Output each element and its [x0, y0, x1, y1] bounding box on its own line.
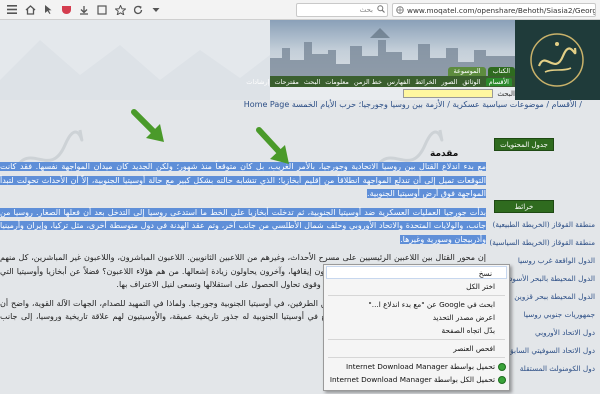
- sidebar-link[interactable]: منطقة القوقاز (الخريطة الطبيعية): [490, 220, 600, 229]
- context-menu-idm-download-all-label: تحميل الكل بواسطة Internet Download Mana…: [329, 375, 495, 384]
- selected-text: مع بدء اندلاع القتال بين روسيا الاتحادية…: [0, 162, 486, 198]
- article-paragraph: بدأت جورجيا العمليات العسكرية ضد أوسيتيا…: [0, 206, 488, 247]
- context-menu-idm-download[interactable]: تحميل بواسطة Internet Download Manager: [324, 360, 509, 373]
- nav-guidance[interactable]: إرشادات: [246, 78, 269, 86]
- site-subtabs: الكتاب الموسوعة: [400, 67, 515, 76]
- pocket-icon[interactable]: [60, 4, 72, 16]
- cursor-icon[interactable]: [42, 4, 54, 16]
- context-menu-select-all[interactable]: اختر الكل: [324, 280, 509, 293]
- address-bar[interactable]: www.moqatel.com/openshare/Behoth/Siasia2…: [392, 3, 596, 17]
- nav-sections[interactable]: الأقسام: [485, 77, 512, 86]
- maps-header[interactable]: خرائط: [494, 200, 554, 213]
- nav-suggestions[interactable]: مقترحات: [274, 78, 298, 86]
- address-bar-url: www.moqatel.com/openshare/Behoth/Siasia2…: [407, 6, 595, 15]
- toc-header[interactable]: جدول المحتويات: [494, 138, 554, 151]
- context-menu: نسخ اختر الكل ابحث في Google عن "مع بدء …: [323, 264, 510, 391]
- menu-icon[interactable]: [6, 4, 18, 16]
- site-search-row: البحث: [270, 88, 515, 99]
- idm-icon: [498, 376, 506, 384]
- menu-separator: [328, 357, 505, 358]
- context-menu-idm-download-label: تحميل بواسطة Internet Download Manager: [345, 362, 495, 371]
- annotation-arrow-icon: [256, 127, 289, 164]
- site-logo[interactable]: [515, 20, 600, 100]
- download-icon[interactable]: [78, 4, 90, 16]
- browser-search-placeholder: بحث: [359, 6, 373, 14]
- globe-icon: [396, 6, 404, 16]
- site-search-label: البحث: [497, 89, 515, 98]
- browser-toolbar: بحث www.moqatel.com/openshare/Behoth/Sia…: [0, 0, 600, 20]
- context-menu-idm-download-all[interactable]: تحميل الكل بواسطة Internet Download Mana…: [324, 373, 509, 386]
- idm-icon: [498, 363, 506, 371]
- site-banner: الكتاب الموسوعة الأقسام الوثائق الصور ال…: [0, 20, 600, 100]
- subtab-encyclopedia[interactable]: الموسوعة: [448, 67, 486, 76]
- context-menu-view-selection-source[interactable]: اعرض مصدر التحديد: [324, 311, 509, 324]
- star-icon[interactable]: [114, 4, 126, 16]
- reload-icon[interactable]: [132, 4, 144, 16]
- breadcrumb-home-link[interactable]: Home Page: [244, 100, 290, 109]
- nav-indexes[interactable]: الفهارس: [387, 78, 410, 86]
- site-search-input[interactable]: [403, 89, 494, 98]
- context-menu-inspect[interactable]: افحص العنصر: [324, 342, 509, 355]
- nav-maps[interactable]: الخرائط: [415, 78, 436, 86]
- nav-images[interactable]: الصور: [441, 78, 457, 86]
- nav-info[interactable]: معلومات: [325, 78, 349, 86]
- library-icon[interactable]: [96, 4, 108, 16]
- annotation-arrow-icon: [131, 109, 164, 142]
- site-nav: الأقسام الوثائق الصور الخرائط الفهارس خط…: [246, 76, 515, 87]
- nav-timeline[interactable]: خط الزمن: [354, 78, 382, 86]
- selected-text: بدأت جورجيا العمليات العسكرية ضد أوسيتيا…: [0, 207, 486, 244]
- browser-search-input[interactable]: بحث: [296, 3, 388, 17]
- banner-left-pattern: [0, 20, 270, 100]
- context-menu-switch-direction[interactable]: بدّل اتجاه الصفحة: [324, 324, 509, 337]
- menu-separator: [328, 339, 505, 340]
- article-paragraph: مع بدء اندلاع القتال بين روسيا الاتحادية…: [0, 160, 488, 201]
- subtab-book[interactable]: الكتاب: [487, 67, 515, 76]
- search-icon[interactable]: [377, 5, 385, 15]
- dropdown-arrow-icon[interactable]: [150, 4, 162, 16]
- nav-search[interactable]: البحث: [304, 78, 320, 86]
- menu-separator: [328, 295, 505, 296]
- home-icon[interactable]: [24, 4, 36, 16]
- calligraphy-logo-icon: [530, 33, 584, 87]
- context-menu-search-google[interactable]: ابحث في Google عن "مع بدء اندلاع ا...": [324, 298, 509, 311]
- context-menu-copy[interactable]: نسخ: [326, 266, 507, 279]
- article-title: مقدمة: [430, 149, 459, 159]
- page-content: / الأقسام / موضوعات سياسية عسكرية / الأز…: [0, 100, 600, 394]
- sidebar-link[interactable]: منطقة القوقاز (الخريطة السياسية): [489, 238, 600, 247]
- nav-documents[interactable]: الوثائق: [462, 78, 480, 86]
